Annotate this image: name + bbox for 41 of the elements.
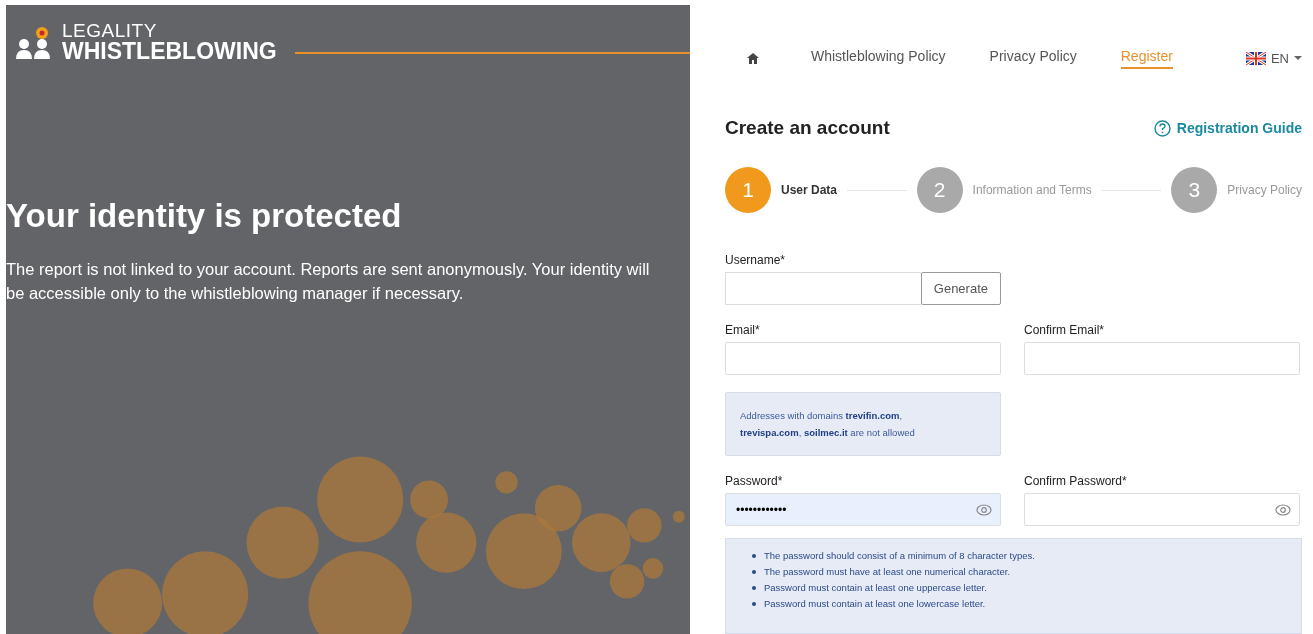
logo-text: LEGALITY [62, 21, 158, 40]
page-title: Create an account [725, 117, 890, 139]
step-number: 3 [1171, 167, 1218, 213]
email-field[interactable] [725, 342, 1001, 375]
bullet-icon [752, 585, 756, 590]
registration-guide-link[interactable]: Registration Guide [1153, 119, 1302, 137]
confirm-password-field[interactable] [1024, 493, 1300, 526]
field-label: Confirm Email* [1024, 323, 1105, 337]
step-number: 2 [916, 167, 963, 213]
password-rule: Password must contain at least one lowercase letter. [764, 597, 986, 610]
password-rule: Password must contain at least one uppercase letter. [764, 581, 987, 594]
field-label: Username* [725, 253, 787, 267]
field-label: Confirm Password* [1024, 474, 1128, 488]
logo-text: WHISTLEBLOWING [62, 40, 277, 63]
bullet-icon [752, 601, 756, 606]
eye-icon[interactable] [976, 503, 992, 517]
password-rule: The password must have at least one numerical character. [764, 565, 1011, 578]
step-number: 1 [725, 167, 771, 213]
domain-notice: Addresses with domains trevifin.com, trevispa.com, soilmec.it are not allowed [725, 392, 1001, 456]
eye-icon[interactable] [1275, 503, 1291, 517]
hero-text: The report is not linked to your account. Reports are sent anonymously. Your identity will be accessible only to the whistleblowing manager if necessary. [6, 259, 650, 304]
generate-button[interactable]: Generate [920, 272, 1001, 305]
language-selector[interactable]: EN [1245, 50, 1302, 66]
flag-icon [1245, 51, 1266, 65]
username-field[interactable] [725, 272, 921, 305]
nav-link[interactable]: Privacy Policy [989, 47, 1077, 69]
field-label: Password* [725, 474, 784, 488]
field-label: Email* [725, 323, 761, 337]
step-label: User Data [781, 183, 838, 197]
step-label: Information and Terms [972, 183, 1092, 197]
password-rule: The password should consist of a minimum of 8 character types. [764, 549, 1035, 562]
home-icon[interactable] [747, 52, 759, 64]
caret-icon [1294, 55, 1302, 61]
bullet-icon [752, 553, 756, 558]
help-icon [1153, 119, 1171, 137]
bullet-icon [752, 569, 756, 574]
nav-link[interactable]: Whistleblowing Policy [811, 47, 946, 69]
confirm-email-field[interactable] [1024, 342, 1300, 375]
hero-title: Your identity is protected [6, 197, 403, 235]
password-field[interactable]: •••••••••••• [725, 493, 1001, 526]
step-label: Privacy Policy [1227, 183, 1302, 197]
